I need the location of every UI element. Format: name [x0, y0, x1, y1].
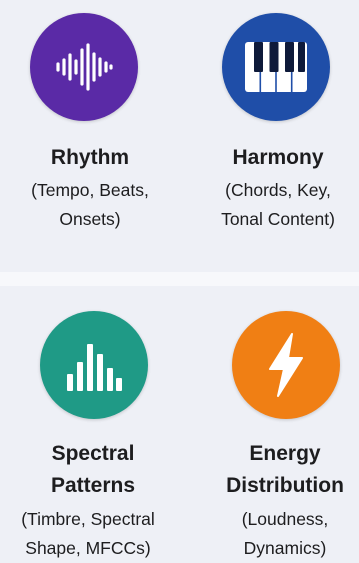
harmony-icon-circle	[222, 13, 330, 121]
spectral-subtitle: (Timbre, Spectral Shape, MFCCs)	[21, 509, 155, 558]
harmony-card: Harmony (Chords, Key, Tonal Content)	[180, 0, 359, 272]
rhythm-subtitle: (Tempo, Beats, Onsets)	[31, 180, 149, 229]
energy-subtitle: (Loudness, Dynamics)	[241, 509, 329, 558]
harmony-subtitle: (Chords, Key, Tonal Content)	[221, 180, 335, 229]
spectral-title: Spectral Patterns	[50, 442, 136, 497]
spectral-icon-circle	[40, 311, 148, 419]
piano-keys-icon	[245, 42, 307, 92]
rhythm-icon-circle	[30, 13, 138, 121]
rhythm-card: Rhythm (Tempo, Beats, Onsets)	[0, 0, 180, 272]
waveform-icon	[56, 43, 113, 91]
rhythm-title: Rhythm	[50, 146, 130, 169]
harmony-title: Harmony	[232, 146, 324, 169]
energy-icon-circle	[232, 311, 340, 419]
lightning-bolt-icon	[269, 333, 303, 397]
spectral-card: Spectral Patterns (Timbre, Spectral Shap…	[0, 286, 180, 563]
panel-separator	[0, 272, 359, 286]
energy-card: Energy Distribution (Loudness, Dynamics)	[180, 286, 359, 563]
spectrum-bars-icon	[67, 344, 122, 391]
energy-title: Energy Distribution	[226, 442, 344, 497]
